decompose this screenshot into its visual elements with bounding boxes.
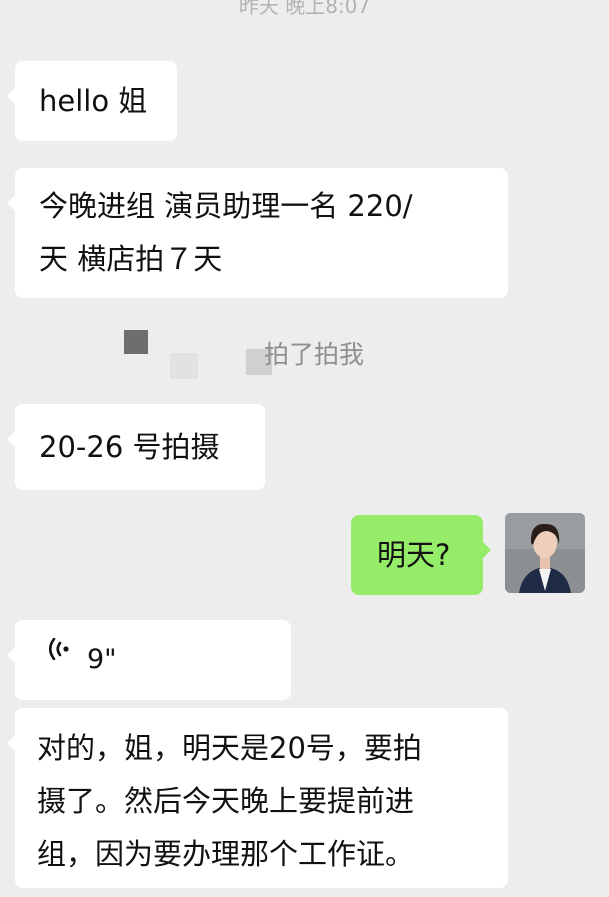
voice-message-bubble[interactable]: 9" bbox=[7, 620, 291, 700]
message-text: 20-26 号拍摄 bbox=[39, 430, 220, 464]
pat-notice: 拍了拍我 bbox=[0, 325, 609, 385]
message-bubble-incoming[interactable]: 20-26 号拍摄 bbox=[7, 404, 265, 490]
chat-timestamp: 昨天 晚上8:07 bbox=[238, 0, 371, 18]
voice-wave-icon bbox=[49, 638, 69, 660]
message-text-line: 对的，姐，明天是20号，要拍 bbox=[37, 731, 422, 765]
message-text-line: 天 横店拍７天 bbox=[39, 242, 223, 276]
pat-notice-text: 拍了拍我 bbox=[264, 340, 365, 369]
voice-duration: 9" bbox=[87, 644, 117, 675]
message-text-line: 组，因为要办理那个工作证。 bbox=[37, 837, 415, 871]
message-bubble-incoming[interactable]: hello 姐 bbox=[7, 61, 177, 141]
pixelated-name bbox=[124, 330, 148, 354]
message-text: 明天? bbox=[377, 538, 451, 572]
user-avatar[interactable] bbox=[505, 513, 585, 593]
message-bubble-incoming[interactable]: 今晚进组 演员助理一名 220/ 天 横店拍７天 bbox=[7, 168, 508, 298]
pixelated-name bbox=[170, 353, 198, 379]
message-text-line: 今晚进组 演员助理一名 220/ bbox=[39, 189, 413, 223]
message-text: hello 姐 bbox=[39, 84, 148, 118]
message-text-line: 摄了。然后今天晚上要提前进 bbox=[37, 784, 415, 818]
message-bubble-incoming[interactable]: 对的，姐，明天是20号，要拍 摄了。然后今天晚上要提前进 组，因为要办理那个工作… bbox=[7, 708, 508, 888]
message-bubble-outgoing[interactable]: 明天? bbox=[351, 515, 491, 595]
